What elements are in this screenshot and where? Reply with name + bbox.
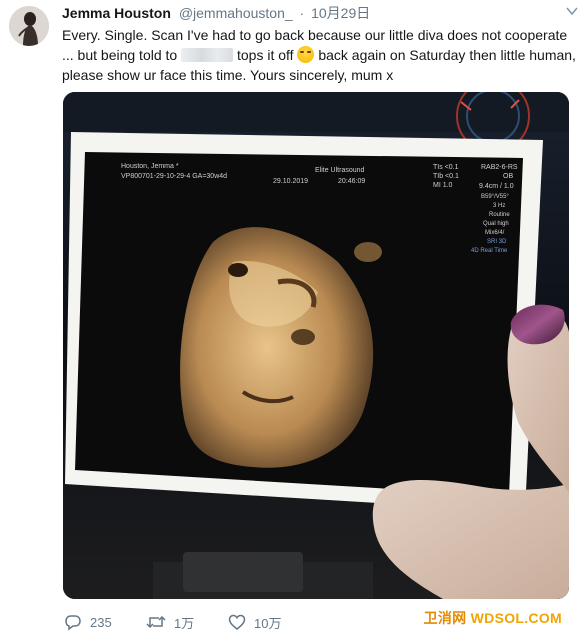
tweet-text: Every. Single. Scan I've had to go back … (62, 25, 578, 85)
scan-qual: Qual high (483, 221, 509, 227)
reply-count: 235 (90, 614, 112, 630)
scan-realtime: 4D Real Time (471, 248, 508, 254)
watermark-cn: 卫消网 (423, 610, 467, 626)
scan-date: 29.10.2019 (273, 178, 308, 185)
watermark: 卫消网 WDSOL.COM (424, 608, 562, 628)
laughing-emoji-icon (297, 46, 315, 63)
tweet-text-part2: tops it off (236, 47, 294, 63)
tweet-photo[interactable]: Houston, Jemma * VP800701-29-10-29-4 GA=… (63, 92, 569, 599)
watermark-en: WDSOL.COM (470, 610, 562, 626)
like-button[interactable]: 10万 (228, 610, 281, 634)
avatar[interactable] (9, 6, 49, 46)
display-name[interactable]: Jemma Houston (62, 5, 171, 21)
redacted-word (181, 48, 234, 62)
scan-mix: Mix6/4/ (485, 230, 505, 236)
scan-routine: Routine (489, 212, 510, 218)
ultrasound-photo: Houston, Jemma * VP800701-29-10-29-4 GA=… (63, 92, 569, 599)
user-handle[interactable]: @jemmahouston_ (179, 5, 293, 21)
scan-time: 20:46:09 (338, 178, 365, 185)
scan-tis: TIs <0.1 (433, 164, 459, 171)
scan-mi: MI 1.0 (433, 182, 453, 189)
retweet-button[interactable]: 1万 (146, 610, 194, 634)
tweet-date[interactable]: 10月29日 (311, 5, 370, 21)
scan-id: VP800701-29-10-29-4 GA=30w4d (121, 173, 227, 180)
reply-button[interactable]: 235 (64, 610, 112, 634)
tweet[interactable]: Jemma Houston @jemmahouston_ · 10月29日 Ev… (0, 0, 584, 641)
scan-angle: B59°/V55° (481, 194, 509, 200)
scan-patient: Houston, Jemma * (121, 163, 179, 170)
retweet-count: 1万 (174, 615, 195, 631)
retweet-icon (146, 615, 166, 629)
scan-tib: TIb <0.1 (433, 173, 459, 180)
scan-hz: 3 Hz (493, 203, 505, 209)
heart-icon (228, 614, 246, 630)
reply-icon (65, 615, 81, 631)
tweet-actions: 235 1万 10万 (62, 610, 422, 634)
chevron-down-icon[interactable] (566, 6, 578, 16)
separator-dot: · (299, 5, 305, 21)
like-count: 10万 (254, 615, 282, 631)
tweet-header: Jemma Houston @jemmahouston_ · 10月29日 (62, 4, 370, 22)
scan-machine: Elite Ultrasound (315, 167, 365, 174)
scan-depth: 9.4cm / 1.0 (479, 183, 514, 190)
avatar-image (9, 6, 49, 46)
scan-probe: RAB2-6-RS (481, 164, 518, 171)
scan-ob: OB (503, 173, 513, 180)
scan-sri: SRI 3D (487, 239, 507, 245)
